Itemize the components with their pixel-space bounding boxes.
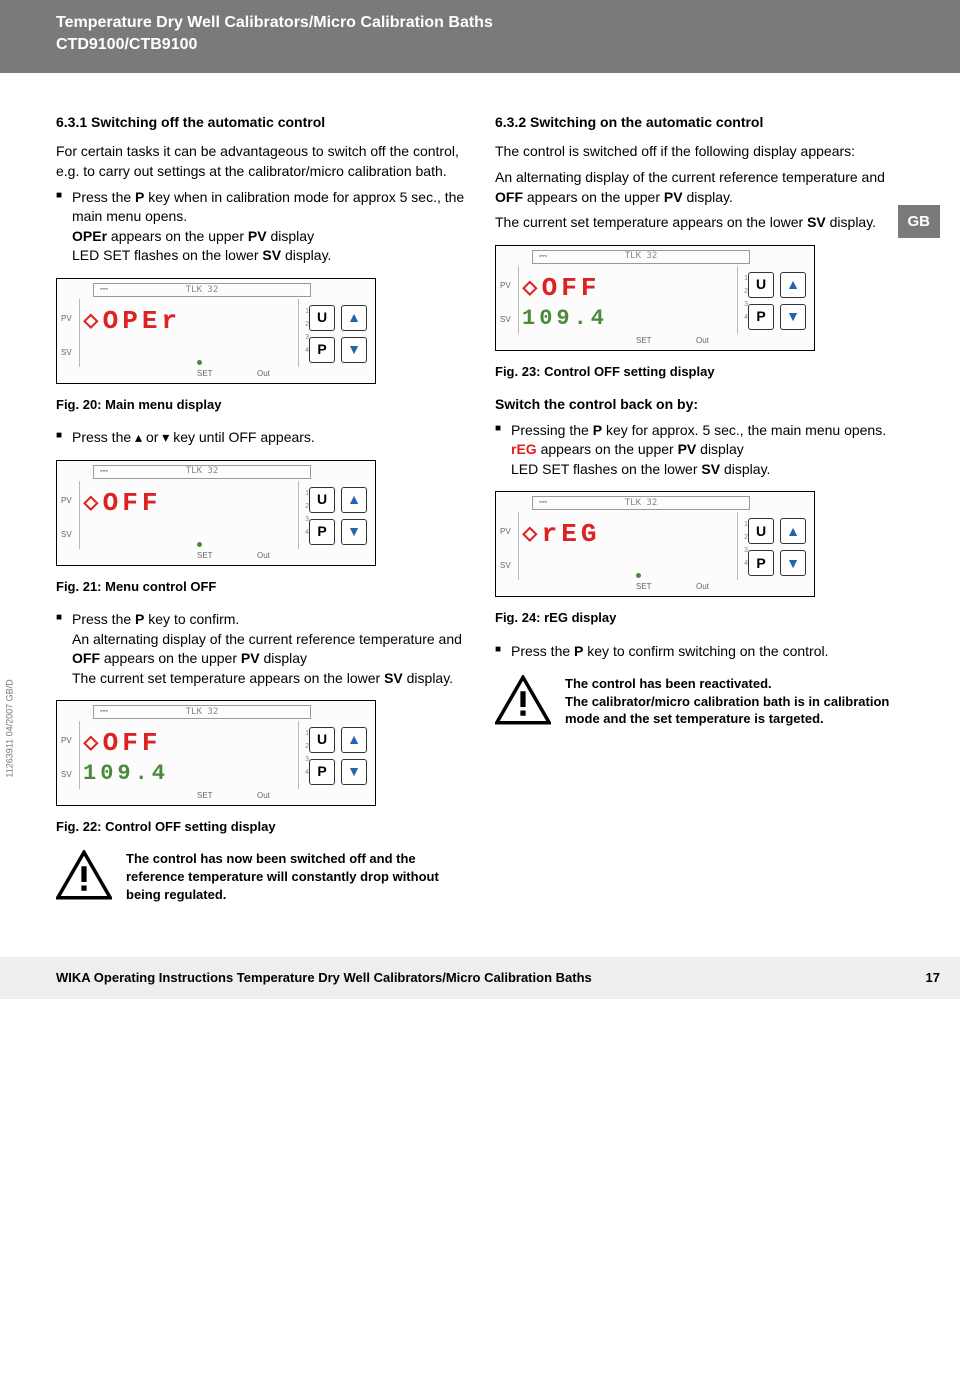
pv-label: PV [500, 280, 511, 291]
warning-icon [56, 850, 112, 900]
p-632-sv: The current set temperature appears on t… [495, 213, 904, 233]
up-button[interactable]: ▲ [341, 727, 367, 753]
warning-control-on: The control has been reactivated. The ca… [495, 675, 904, 728]
bullet-press-p-confirm: Press the P key to confirm. An alternati… [56, 610, 465, 688]
panel-model-label: ⎓TLK 32 [93, 465, 311, 479]
up-button[interactable]: ▲ [341, 305, 367, 331]
right-column: 6.3.2 Switching on the automatic control… [495, 113, 904, 917]
caption-fig21: Fig. 21: Menu control OFF [56, 578, 465, 596]
p-button[interactable]: P [748, 550, 774, 576]
bullet-press-p: Press the P key when in calibration mode… [56, 188, 465, 266]
out-label: Out [257, 368, 270, 379]
p-button[interactable]: P [748, 304, 774, 330]
pv-label: PV [61, 313, 72, 324]
up-button[interactable]: ▲ [341, 487, 367, 513]
p-button[interactable]: P [309, 759, 335, 785]
set-led [636, 573, 641, 578]
pv-display: ◇OFF [83, 485, 253, 521]
switch-back-heading: Switch the control back on by: [495, 395, 904, 415]
set-led [197, 542, 202, 547]
caption-fig24: Fig. 24: rEG display [495, 609, 904, 627]
sv-label: SV [61, 347, 72, 358]
sv-label: SV [500, 560, 511, 571]
pv-label: PV [61, 735, 72, 746]
u-button[interactable]: U [309, 727, 335, 753]
set-label: SET [197, 368, 213, 379]
set-label: SET [636, 335, 652, 346]
language-tab: GB [898, 205, 941, 238]
out-label: Out [257, 550, 270, 561]
content-area: GB 6.3.1 Switching off the automatic con… [0, 73, 960, 937]
display-panel-fig20: ⎓TLK 32 PV SV ◇OPEr SET Out 1 2 3 4 U ▲ … [56, 278, 376, 384]
out-label: Out [696, 335, 709, 346]
down-button[interactable]: ▼ [341, 337, 367, 363]
p-632-alt: An alternating display of the current re… [495, 168, 904, 207]
pv-display: ◇OFF [83, 725, 253, 761]
bullet-press-p-5sec: Pressing the P key for approx. 5 sec., t… [495, 421, 904, 480]
warning-icon [495, 675, 551, 725]
down-button[interactable]: ▼ [780, 550, 806, 576]
pv-label: PV [500, 526, 511, 537]
page-header: Temperature Dry Well Calibrators/Micro C… [0, 0, 960, 73]
set-label: SET [197, 790, 213, 801]
sv-display: 109.4 [522, 304, 692, 335]
header-title-2: CTD9100/CTB9100 [56, 34, 940, 56]
p-button[interactable]: P [309, 519, 335, 545]
pv-display: ◇rEG [522, 516, 692, 552]
u-button[interactable]: U [748, 518, 774, 544]
document-code: 11263911 04/2007 GB/D [3, 679, 16, 777]
down-button[interactable]: ▼ [780, 304, 806, 330]
u-button[interactable]: U [309, 487, 335, 513]
down-button[interactable]: ▼ [341, 519, 367, 545]
left-column: 6.3.1 Switching off the automatic contro… [56, 113, 465, 917]
out-label: Out [696, 581, 709, 592]
sv-label: SV [61, 769, 72, 780]
pv-display: ◇OPEr [83, 303, 253, 339]
page-number: 17 [926, 969, 940, 987]
set-label: SET [636, 581, 652, 592]
caption-fig20: Fig. 20: Main menu display [56, 396, 465, 414]
out-label: Out [257, 790, 270, 801]
p-632-intro: The control is switched off if the follo… [495, 142, 904, 162]
warning-text: The control has been reactivated. The ca… [565, 675, 904, 728]
up-button[interactable]: ▲ [780, 518, 806, 544]
up-button[interactable]: ▲ [780, 272, 806, 298]
display-panel-fig23: ⎓TLK 32 PV SV ◇OFF 109.4 SET Out 1 2 3 4… [495, 245, 815, 351]
panel-model-label: ⎓TLK 32 [93, 705, 311, 719]
display-panel-fig24: ⎓TLK 32 PV SV ◇rEG SET Out 1 2 3 4 U ▲ P… [495, 491, 815, 597]
down-button[interactable]: ▼ [341, 759, 367, 785]
intro-631: For certain tasks it can be advantageous… [56, 142, 465, 181]
caption-fig23: Fig. 23: Control OFF setting display [495, 363, 904, 381]
u-button[interactable]: U [748, 272, 774, 298]
footer-title: WIKA Operating Instructions Temperature … [56, 969, 592, 987]
set-label: SET [197, 550, 213, 561]
warning-control-off: The control has now been switched off an… [56, 850, 465, 903]
warning-text: The control has now been switched off an… [126, 850, 465, 903]
p-button[interactable]: P [309, 337, 335, 363]
panel-model-label: ⎓TLK 32 [532, 496, 750, 510]
pv-label: PV [61, 495, 72, 506]
set-led [197, 360, 202, 365]
panel-model-label: ⎓TLK 32 [93, 283, 311, 297]
heading-6-3-2: 6.3.2 Switching on the automatic control [495, 113, 904, 133]
sv-display: 109.4 [83, 759, 253, 790]
display-panel-fig21: ⎓TLK 32 PV SV ◇OFF SET Out 1 2 3 4 U ▲ P… [56, 460, 376, 566]
sv-label: SV [500, 314, 511, 325]
caption-fig22: Fig. 22: Control OFF setting display [56, 818, 465, 836]
pv-display: ◇OFF [522, 270, 692, 306]
u-button[interactable]: U [309, 305, 335, 331]
page-footer: WIKA Operating Instructions Temperature … [0, 957, 960, 999]
sv-label: SV [61, 529, 72, 540]
header-title-1: Temperature Dry Well Calibrators/Micro C… [56, 12, 940, 34]
display-panel-fig22: ⎓TLK 32 PV SV ◇OFF 109.4 SET Out 1 2 3 4… [56, 700, 376, 806]
panel-model-label: ⎓TLK 32 [532, 250, 750, 264]
bullet-press-arrows: Press the ▴ or ▾ key until OFF appears. [56, 428, 465, 448]
heading-6-3-1: 6.3.1 Switching off the automatic contro… [56, 113, 465, 133]
bullet-press-p-confirm-on: Press the P key to confirm switching on … [495, 642, 904, 662]
